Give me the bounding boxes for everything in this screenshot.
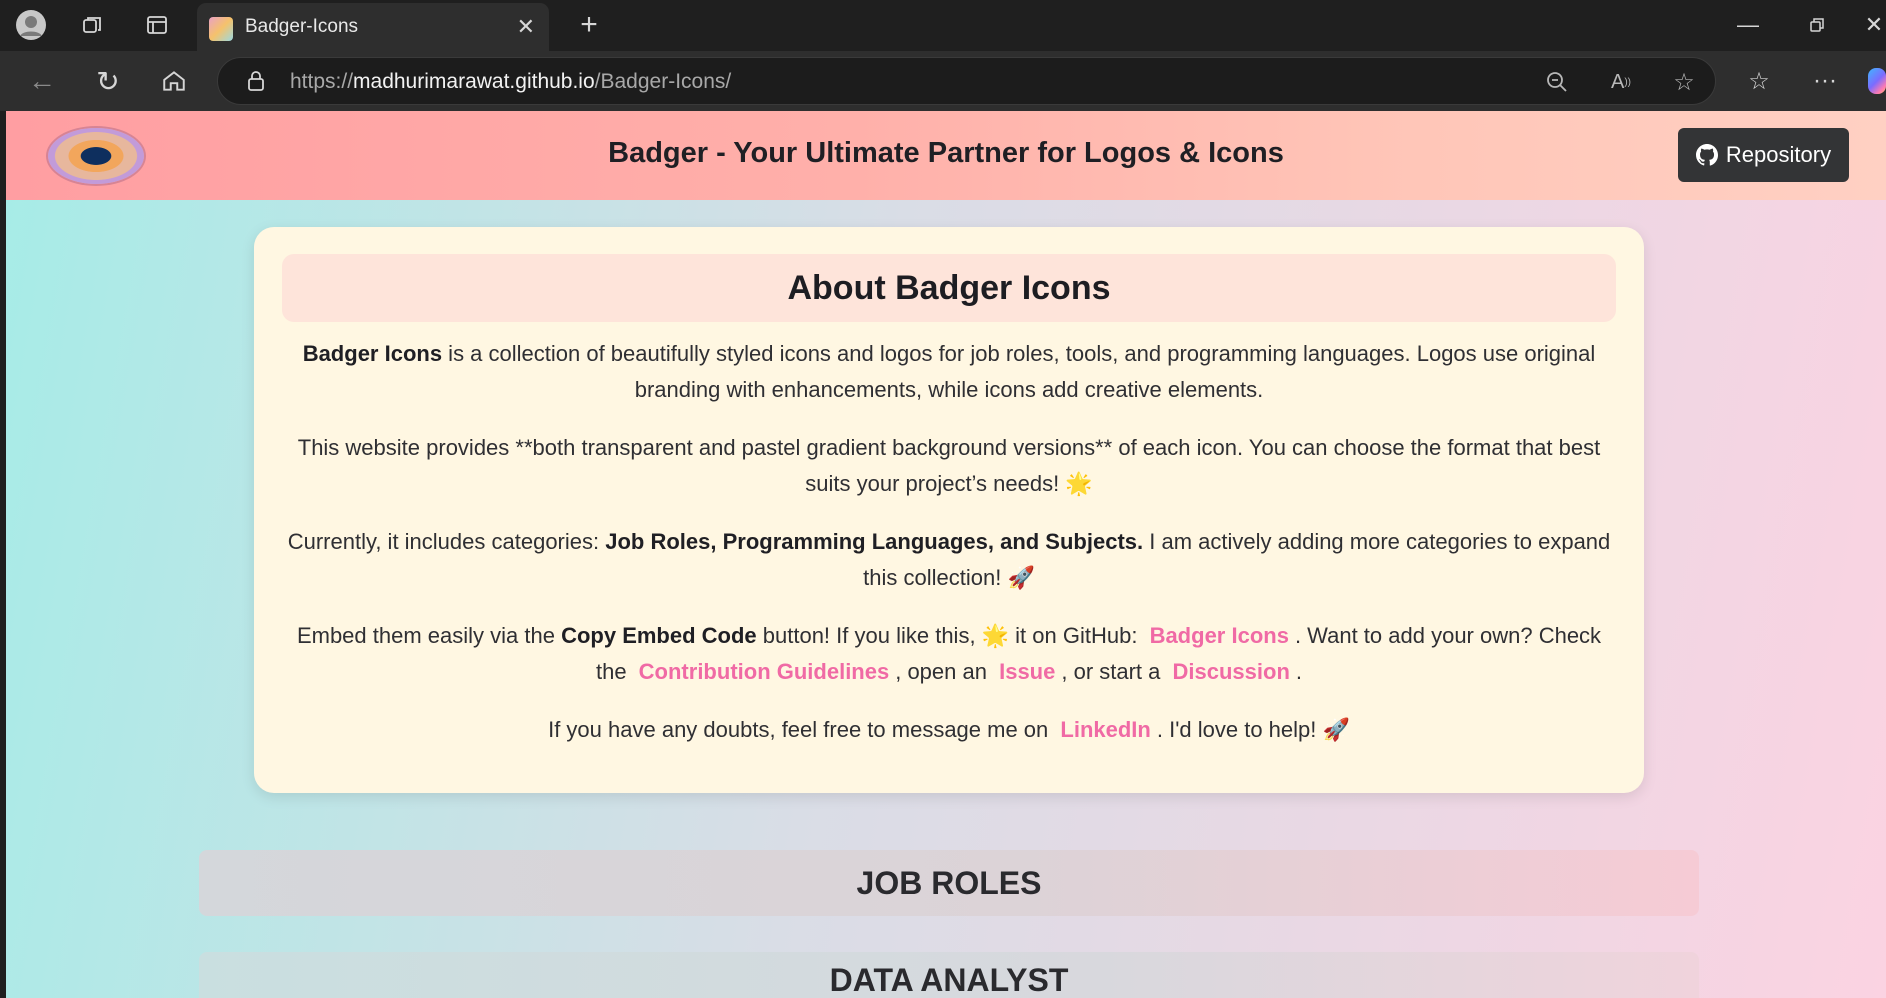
browser-toolbar: ← ↻ https://madhurimarawat.github.io/Bad… (0, 51, 1886, 111)
site-header: Badger - Your Ultimate Partner for Logos… (6, 111, 1886, 200)
repository-button[interactable]: Repository (1678, 128, 1849, 182)
contribution-guidelines-link[interactable]: Contribution Guidelines (639, 659, 890, 684)
contact-text-2: . I'd love to help! 🚀 (1156, 717, 1350, 742)
copy-embed-code-bold: Copy Embed Code (561, 623, 757, 648)
url-host: madhurimarawat.github.io (353, 70, 595, 93)
formats-text: This website provides **both transparent… (297, 435, 1601, 496)
about-paragraph-embed: Embed them easily via the Copy Embed Cod… (284, 618, 1614, 690)
read-aloud-icon[interactable]: A)) (1608, 69, 1634, 95)
lock-icon[interactable] (244, 69, 268, 93)
more-options-icon[interactable]: ··· (1808, 64, 1842, 98)
about-paragraph-formats: This website provides **both transparent… (284, 430, 1614, 502)
embed-text-1: Embed them easily via the (296, 623, 562, 648)
refresh-icon[interactable]: ↻ (90, 63, 126, 99)
restore-icon[interactable] (1797, 10, 1837, 40)
embed-text-6: . (1295, 659, 1303, 684)
section-heading-data-analyst: DATA ANALYST (199, 952, 1699, 998)
favorites-icon[interactable]: ☆ (1742, 64, 1776, 98)
github-icon (1695, 144, 1718, 166)
issue-link[interactable]: Issue (999, 659, 1055, 684)
tab-title: Badger-Icons (245, 16, 359, 37)
about-body: Badger Icons is a collection of beautifu… (284, 336, 1614, 770)
tab-actions-icon[interactable] (142, 10, 172, 40)
categories-prefix: Currently, it includes categories: (287, 529, 606, 554)
page-title: Badger - Your Ultimate Partner for Logos… (608, 137, 1284, 169)
close-window-icon[interactable]: ✕ (1862, 10, 1886, 40)
url-scheme: https:// (290, 70, 354, 93)
categories-bold: Job Roles, Programming Languages, and Su… (605, 529, 1144, 554)
copilot-icon[interactable] (1868, 65, 1886, 97)
contact-text-1: If you have any doubts, feel free to mes… (548, 717, 1055, 742)
browser-tab-strip: Badger-Icons ✕ + — ✕ (0, 0, 1886, 51)
url-path: /Badger-Icons/ (594, 70, 732, 93)
embed-text-5: , or start a (1061, 659, 1167, 684)
intro-text: is a collection of beautifully styled ic… (442, 341, 1596, 402)
favorite-star-icon[interactable]: ☆ (1670, 68, 1698, 96)
about-paragraph-intro: Badger Icons is a collection of beautifu… (284, 336, 1614, 408)
section-heading-job-roles: JOB ROLES (199, 850, 1699, 916)
page-viewport: Badger - Your Ultimate Partner for Logos… (6, 111, 1886, 998)
badger-icons-bold: Badger Icons (302, 341, 443, 366)
repository-label: Repository (1725, 142, 1832, 167)
tab-badger-icons[interactable]: Badger-Icons ✕ (197, 3, 549, 51)
about-paragraph-contact: If you have any doubts, feel free to mes… (284, 712, 1614, 748)
about-paragraph-categories: Currently, it includes categories: Job R… (284, 524, 1614, 596)
linkedin-link[interactable]: LinkedIn (1060, 717, 1150, 742)
embed-text-2: button! If you like this, 🌟 it on GitHub… (756, 623, 1144, 648)
about-heading: About Badger Icons (282, 254, 1616, 322)
home-icon[interactable] (156, 63, 192, 99)
discussion-link[interactable]: Discussion (1173, 659, 1290, 684)
url-text[interactable]: https://madhurimarawat.github.io/Badger-… (290, 70, 731, 94)
new-tab-icon[interactable]: + (572, 8, 606, 42)
about-card: About Badger Icons Badger Icons is a col… (254, 227, 1644, 793)
embed-text-4: , open an (895, 659, 994, 684)
close-tab-icon[interactable]: ✕ (517, 14, 535, 40)
workspaces-icon[interactable] (78, 10, 108, 40)
minimize-icon[interactable]: — (1728, 10, 1768, 40)
badger-favicon-icon (209, 17, 233, 41)
zoom-out-icon[interactable] (1544, 69, 1570, 95)
badger-icons-link[interactable]: Badger Icons (1150, 623, 1289, 648)
profile-avatar-icon[interactable] (14, 8, 48, 42)
back-icon[interactable]: ← (24, 63, 60, 99)
address-bar[interactable]: https://madhurimarawat.github.io/Badger-… (217, 57, 1716, 105)
